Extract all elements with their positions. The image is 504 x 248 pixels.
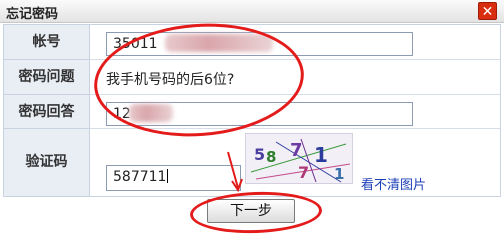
annotation-arrow — [227, 151, 243, 193]
